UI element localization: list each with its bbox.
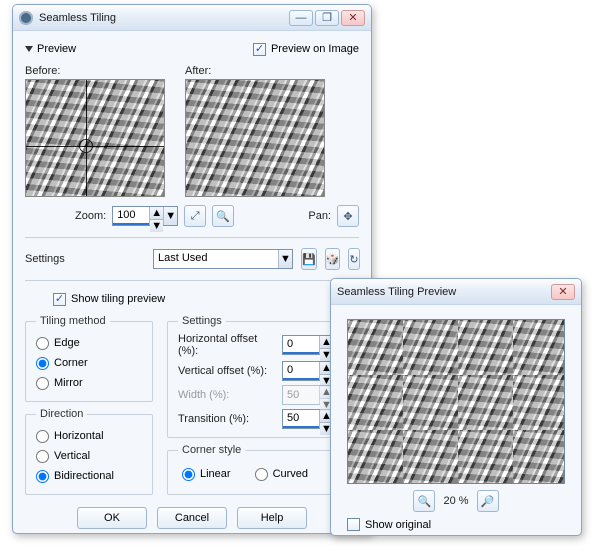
app-icon [19,11,33,25]
dice-icon: 🎲 [326,253,340,266]
voff-label: Vertical offset (%): [178,365,272,377]
zoom-input[interactable] [113,207,149,225]
zoom-out-button[interactable]: 🔍 [413,490,435,512]
show-tiling-preview-label: Show tiling preview [71,293,165,305]
settings-preset-dropdown[interactable]: Last Used ▼ [153,249,293,269]
help-button[interactable]: Help [237,507,307,529]
reset-icon: ↻ [349,253,358,266]
preview-on-image-label: Preview on Image [271,43,359,55]
direction-vertical-radio[interactable]: Vertical [36,446,142,466]
pan-icon: ✥ [343,210,352,223]
titlebar[interactable]: Seamless Tiling Preview ✕ [331,279,581,305]
reset-button[interactable]: ↻ [348,248,359,270]
hoff-input[interactable] [283,336,319,354]
pan-button[interactable]: ✥ [337,205,359,227]
settings-group-legend: Settings [178,315,226,327]
direction-group: Direction Horizontal Vertical Bidirectio… [25,408,153,495]
spin-down-icon[interactable]: ▼ [150,219,163,232]
zoom-percent: 20 % [443,495,468,507]
actual-size-button[interactable]: 🔍 [212,205,234,227]
width-label: Width (%): [178,389,272,401]
save-icon: 💾 [302,253,316,266]
show-original-label: Show original [365,519,431,531]
window-title: Seamless Tiling [39,12,289,24]
direction-horizontal-radio[interactable]: Horizontal [36,426,142,446]
chevron-down-icon: ▼ [278,250,292,268]
zoom-dropdown[interactable]: ▼ [163,207,177,225]
direction-bidirectional-radio[interactable]: Bidirectional [36,466,142,486]
chevron-down-icon [25,46,33,52]
window-title: Seamless Tiling Preview [337,286,551,298]
crosshair-icon [79,139,93,153]
tiling-edge-radio[interactable]: Edge [36,333,142,353]
checkmark-icon: ✓ [253,43,266,56]
minimize-button[interactable]: — [289,10,313,26]
zoom-label: Zoom: [75,210,106,222]
zoom-in-button[interactable]: 🔎 [477,490,499,512]
corner-curved-radio[interactable]: Curved [255,464,308,484]
hoff-label: Horizontal offset (%): [178,333,272,357]
checkmark-icon: ✓ [53,293,66,306]
spin-up-icon[interactable]: ▲ [150,207,163,219]
maximize-button[interactable]: ❐ [315,10,339,26]
transition-input[interactable] [283,410,319,428]
show-tiling-preview-checkbox[interactable]: ✓ Show tiling preview [53,289,359,309]
before-preview[interactable] [25,79,165,197]
tiling-corner-radio[interactable]: Corner [36,353,142,373]
width-input [283,386,319,404]
preview-header: Preview [37,43,76,55]
tiled-preview-image[interactable] [347,319,565,484]
close-button[interactable]: ✕ [341,10,365,26]
zoom-in-icon: 🔎 [481,495,495,508]
magnifier-icon: 🔍 [216,210,230,223]
tiling-method-group: Tiling method Edge Corner Mirror [25,315,153,402]
direction-legend: Direction [36,408,87,420]
after-preview[interactable] [185,79,325,197]
tiling-method-legend: Tiling method [36,315,110,327]
show-original-checkbox[interactable]: ✓ Show original [343,518,569,531]
seamless-tiling-dialog: Seamless Tiling — ❐ ✕ Preview ✓ Preview … [12,4,372,534]
settings-label: Settings [25,253,145,265]
after-label: After: [185,65,325,77]
fit-icon: ⤢ [191,210,200,223]
settings-preset-value: Last Used [154,250,278,268]
before-label: Before: [25,65,165,77]
titlebar[interactable]: Seamless Tiling — ❐ ✕ [13,5,371,31]
corner-linear-radio[interactable]: Linear [182,464,231,484]
seamless-tiling-preview-window: Seamless Tiling Preview ✕ 🔍 20 % 🔎 ✓ Sho… [330,278,582,536]
randomize-button[interactable]: 🎲 [325,248,341,270]
zoom-out-icon: 🔍 [418,495,432,508]
cancel-button[interactable]: Cancel [157,507,227,529]
checkbox-empty-icon: ✓ [347,518,360,531]
tiling-mirror-radio[interactable]: Mirror [36,373,142,393]
transition-label: Transition (%): [178,413,272,425]
preview-section-toggle[interactable]: Preview [25,43,76,55]
save-preset-button[interactable]: 💾 [301,248,317,270]
fit-button[interactable]: ⤢ [184,205,206,227]
pan-label: Pan: [308,210,331,222]
zoom-spinbox[interactable]: ▲▼ ▼ [112,206,178,226]
close-button[interactable]: ✕ [551,284,575,300]
preview-on-image-checkbox[interactable]: ✓ Preview on Image [253,39,359,59]
ok-button[interactable]: OK [77,507,147,529]
voff-input[interactable] [283,362,319,380]
corner-style-legend: Corner style [178,444,245,456]
